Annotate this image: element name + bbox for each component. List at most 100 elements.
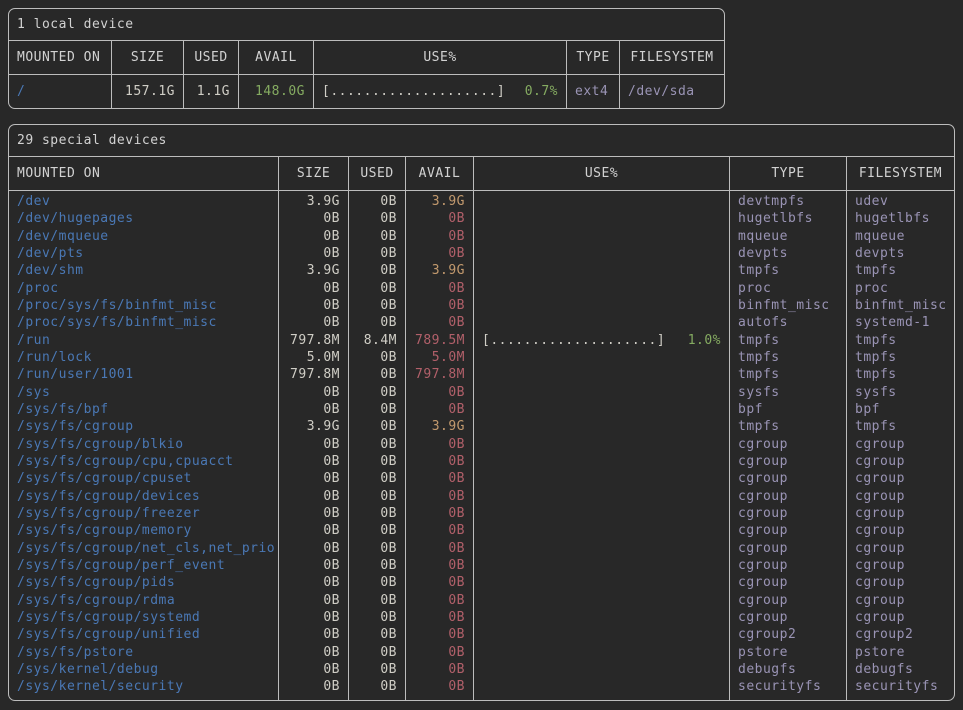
mount-cell: /sys/fs/cgroup/perf_event: [9, 557, 278, 574]
use-pct: 1.0%: [688, 332, 721, 349]
use-bar: [....................]: [322, 75, 505, 108]
size-cell: 797.8M: [279, 332, 348, 349]
local-devices-body: /157.1G1.1G148.0G[....................]0…: [9, 75, 724, 108]
size-cell: 3.9G: [279, 193, 348, 210]
used-cell: 0B: [349, 626, 405, 643]
column-header-type: TYPE: [729, 157, 846, 190]
avail-cell: 148.0G: [239, 75, 313, 108]
column-mounted_on: /: [9, 75, 111, 108]
use-cell: [474, 228, 729, 245]
type-cell: securityfs: [730, 678, 846, 695]
column-header-mounted_on: MOUNTED ON: [9, 41, 111, 74]
avail-cell: 0B: [406, 488, 473, 505]
size-cell: 0B: [279, 314, 348, 331]
avail-cell: 0B: [406, 280, 473, 297]
avail-cell: 0B: [406, 644, 473, 661]
column-header-used: USED: [348, 157, 405, 190]
filesystem-cell: cgroup: [847, 540, 954, 557]
type-cell: hugetlbfs: [730, 210, 846, 227]
column-header-size: SIZE: [111, 41, 183, 74]
used-cell: 1.1G: [184, 75, 238, 108]
avail-cell: 0B: [406, 609, 473, 626]
use-cell: [474, 245, 729, 262]
used-cell: 0B: [349, 193, 405, 210]
used-cell: 0B: [349, 245, 405, 262]
size-cell: 0B: [279, 661, 348, 678]
filesystem-cell: cgroup: [847, 574, 954, 591]
type-cell: cgroup: [730, 609, 846, 626]
filesystem-cell: hugetlbfs: [847, 210, 954, 227]
use-cell: [474, 540, 729, 557]
avail-cell: 797.8M: [406, 366, 473, 383]
type-cell: tmpfs: [730, 366, 846, 383]
size-cell: 3.9G: [279, 262, 348, 279]
avail-cell: 789.5M: [406, 332, 473, 349]
size-cell: 0B: [279, 470, 348, 487]
size-cell: 0B: [279, 384, 348, 401]
use-cell: [474, 401, 729, 418]
avail-cell: 3.9G: [406, 193, 473, 210]
type-cell: cgroup: [730, 436, 846, 453]
column-header-type: TYPE: [566, 41, 619, 74]
used-cell: 0B: [349, 540, 405, 557]
column-header-use: USE%: [473, 157, 729, 190]
avail-cell: 0B: [406, 661, 473, 678]
column-type: devtmpfshugetlbfsmqueuedevptstmpfsprocbi…: [729, 191, 846, 700]
avail-cell: 0B: [406, 401, 473, 418]
use-cell: [....................]0.7%: [314, 75, 566, 108]
type-cell: ext4: [567, 75, 619, 108]
use-cell: [474, 644, 729, 661]
use-cell: [474, 384, 729, 401]
type-cell: devtmpfs: [730, 193, 846, 210]
use-cell: [474, 488, 729, 505]
type-cell: cgroup2: [730, 626, 846, 643]
used-cell: 0B: [349, 436, 405, 453]
type-cell: tmpfs: [730, 349, 846, 366]
filesystem-cell: cgroup: [847, 557, 954, 574]
filesystem-cell: udev: [847, 193, 954, 210]
filesystem-cell: bpf: [847, 401, 954, 418]
type-cell: cgroup: [730, 557, 846, 574]
column-size: 157.1G: [111, 75, 183, 108]
avail-cell: 3.9G: [406, 262, 473, 279]
size-cell: 0B: [279, 210, 348, 227]
filesystem-cell: tmpfs: [847, 332, 954, 349]
mount-cell: /sys/kernel/debug: [9, 661, 278, 678]
mount-cell: /run/user/1001: [9, 366, 278, 383]
filesystem-cell: securityfs: [847, 678, 954, 695]
avail-cell: 0B: [406, 678, 473, 695]
used-cell: 0B: [349, 678, 405, 695]
type-cell: tmpfs: [730, 262, 846, 279]
avail-cell: 0B: [406, 574, 473, 591]
mount-cell: /dev/shm: [9, 262, 278, 279]
used-cell: 8.4M: [349, 332, 405, 349]
type-cell: cgroup: [730, 488, 846, 505]
filesystem-cell: cgroup: [847, 609, 954, 626]
special-devices-table: 29 special devices MOUNTED ONSIZEUSEDAVA…: [8, 124, 955, 701]
mount-cell: /sys/fs/cgroup/unified: [9, 626, 278, 643]
filesystem-cell: pstore: [847, 644, 954, 661]
used-cell: 0B: [349, 592, 405, 609]
used-cell: 0B: [349, 280, 405, 297]
size-cell: 0B: [279, 280, 348, 297]
column-filesystem: /dev/sda: [619, 75, 724, 108]
filesystem-cell: cgroup: [847, 505, 954, 522]
size-cell: 0B: [279, 540, 348, 557]
use-cell: [....................]1.0%: [474, 332, 729, 349]
mount-cell: /dev/pts: [9, 245, 278, 262]
column-header-use: USE%: [313, 41, 566, 74]
mount-cell: /dev: [9, 193, 278, 210]
avail-cell: 0B: [406, 470, 473, 487]
used-cell: 0B: [349, 453, 405, 470]
mount-cell: /sys/fs/pstore: [9, 644, 278, 661]
filesystem-cell: cgroup: [847, 488, 954, 505]
size-cell: 0B: [279, 436, 348, 453]
use-cell: [474, 297, 729, 314]
type-cell: binfmt_misc: [730, 297, 846, 314]
column-use: [....................]0.7%: [313, 75, 566, 108]
type-cell: cgroup: [730, 540, 846, 557]
use-cell: [474, 505, 729, 522]
special-devices-header-row: MOUNTED ONSIZEUSEDAVAILUSE%TYPEFILESYSTE…: [9, 157, 954, 191]
use-cell: [474, 592, 729, 609]
used-cell: 0B: [349, 609, 405, 626]
